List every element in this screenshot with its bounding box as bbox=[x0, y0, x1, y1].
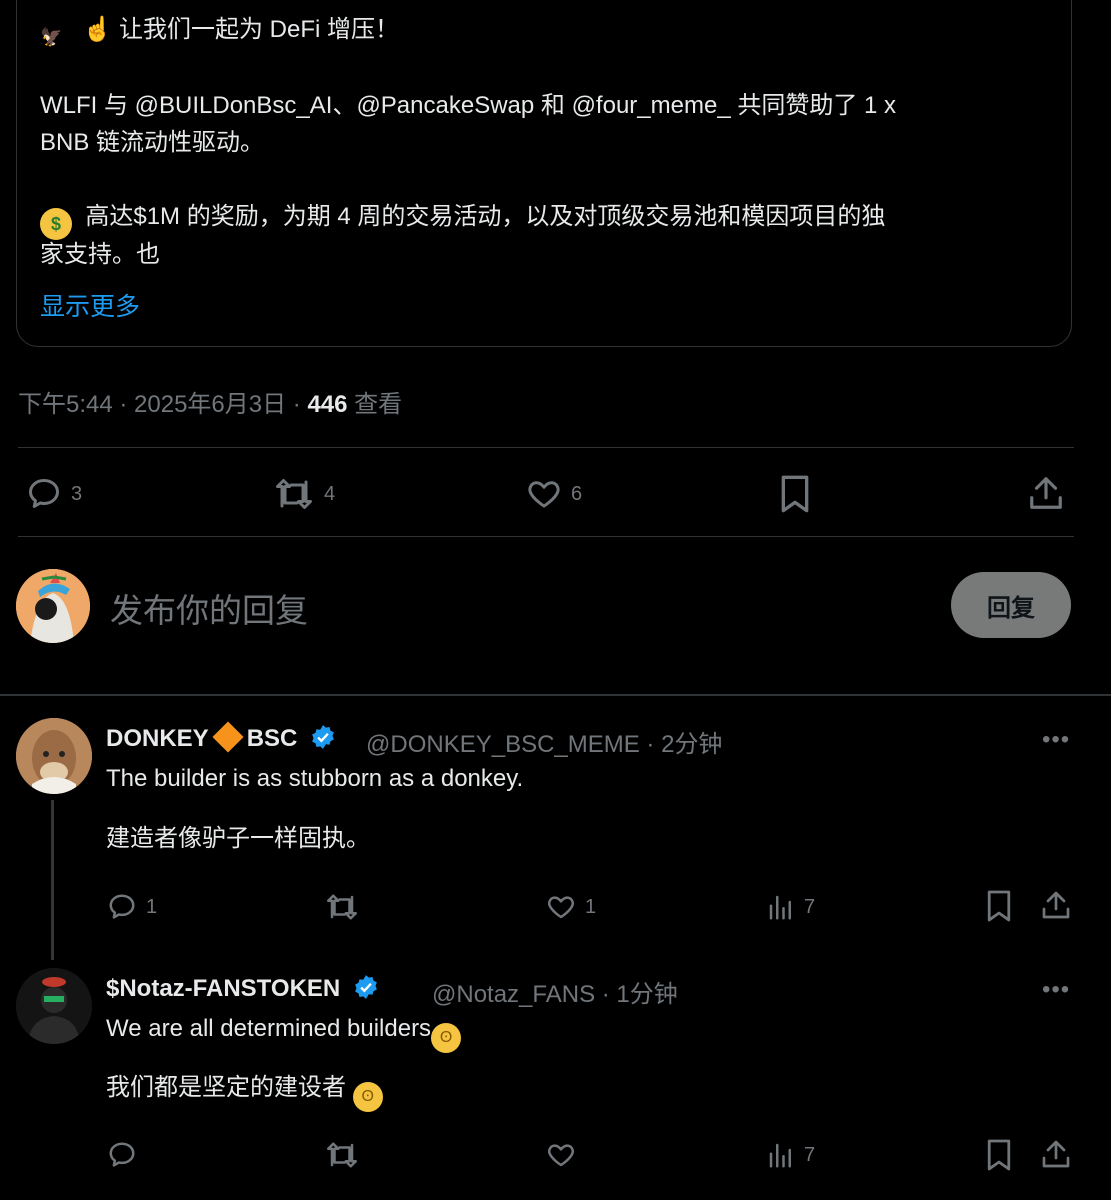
views-action-button[interactable]: 7 bbox=[766, 892, 815, 922]
eagle-emoji-icon: 🦅 bbox=[40, 27, 63, 47]
quoted-tweet-line-4: $ 高达$1M 的奖励，为期 4 周的交易活动，以及对顶级交易池和模因项目的独 bbox=[40, 198, 885, 240]
bookmark-icon bbox=[987, 1139, 1011, 1171]
retweet-action-button[interactable] bbox=[324, 1140, 368, 1170]
reply-author-handle[interactable]: @DONKEY_BSC_MEME · 2分钟 bbox=[366, 724, 722, 759]
quoted-tweet-line-5: 家支持。也 bbox=[40, 241, 160, 268]
heart-icon bbox=[548, 1144, 574, 1167]
heart-icon bbox=[528, 481, 560, 508]
bookmark-action-button[interactable] bbox=[985, 889, 1013, 923]
bookmark-action-button[interactable] bbox=[985, 1138, 1013, 1172]
bookmark-icon bbox=[781, 475, 809, 513]
reply-action-button[interactable] bbox=[106, 1140, 146, 1170]
divider bbox=[18, 536, 1074, 537]
reply-author-name[interactable]: $Notaz-FANSTOKEN bbox=[106, 974, 379, 1003]
retweet-icon bbox=[327, 894, 357, 920]
reply-text-zh: 我们都是坚定的建设者 ʘ bbox=[106, 1067, 383, 1112]
current-user-avatar[interactable] bbox=[16, 569, 90, 643]
diamond-icon bbox=[212, 721, 244, 753]
bookmark-action-button[interactable] bbox=[778, 474, 812, 514]
like-action-button[interactable] bbox=[545, 1140, 585, 1170]
avatar-image bbox=[16, 569, 90, 643]
bookmark-icon bbox=[987, 890, 1011, 922]
quoted-tweet-line-2: WLFI 与 @BUILDonBsc_AI、@PancakeSwap 和 @fo… bbox=[40, 92, 897, 119]
avatar-image bbox=[16, 718, 92, 794]
reply-icon bbox=[109, 894, 135, 919]
share-icon bbox=[1042, 891, 1070, 919]
heart-icon bbox=[548, 896, 574, 919]
donkey-avatar[interactable] bbox=[16, 718, 92, 794]
avatar-image bbox=[16, 968, 92, 1044]
share-icon bbox=[1042, 1140, 1070, 1168]
divider bbox=[18, 447, 1074, 448]
retweet-icon bbox=[327, 1142, 357, 1168]
section-divider bbox=[0, 694, 1111, 696]
share-action-button[interactable] bbox=[1040, 1138, 1072, 1170]
more-options-icon[interactable]: ••• bbox=[1042, 726, 1070, 754]
share-action-button[interactable] bbox=[1027, 474, 1065, 512]
more-options-icon[interactable]: ••• bbox=[1042, 976, 1070, 1004]
pointing-up-emoji-icon: ☝️ bbox=[82, 16, 113, 43]
saluting-face-emoji-icon: ʘ bbox=[431, 1023, 462, 1053]
show-more-link[interactable]: 显示更多 bbox=[40, 287, 140, 323]
retweet-action-button[interactable]: 4 bbox=[272, 476, 335, 512]
analytics-icon bbox=[769, 1143, 791, 1168]
reply-author-name[interactable]: DONKEY BSC bbox=[106, 721, 336, 753]
quoted-tweet-line-3: BNB 链流动性驱动。 bbox=[40, 129, 265, 156]
like-action-button[interactable]: 6 bbox=[525, 476, 582, 512]
share-icon bbox=[1030, 477, 1062, 509]
analytics-icon bbox=[769, 895, 791, 920]
share-action-button[interactable] bbox=[1040, 889, 1072, 921]
reply-text-en: We are all determined builders ʘ bbox=[106, 1015, 462, 1053]
saluting-face-emoji-icon: ʘ bbox=[352, 1082, 383, 1112]
views-action-button[interactable]: 7 bbox=[766, 1140, 815, 1170]
reply-input[interactable]: 发布你的回复 bbox=[110, 584, 308, 632]
retweet-action-button[interactable] bbox=[324, 892, 368, 922]
quoted-tweet-line-1: 🦅 ☝️ 让我们一起为 DeFi 增压！ bbox=[40, 11, 399, 53]
reply-action-button[interactable]: 1 bbox=[106, 892, 157, 922]
retweet-icon bbox=[276, 479, 312, 509]
reply-text-en: The builder is as stubborn as a donkey. bbox=[106, 765, 524, 792]
reply-action-button[interactable]: 3 bbox=[25, 476, 82, 512]
verified-badge-icon bbox=[312, 725, 334, 749]
tweet-timestamp-views: 下午5:44 · 2025年6月3日 · 446 查看 bbox=[18, 391, 403, 418]
verified-badge-icon bbox=[355, 975, 377, 999]
reply-text-zh: 建造者像驴子一样固执。 bbox=[106, 825, 370, 852]
like-action-button[interactable]: 1 bbox=[545, 892, 596, 922]
reply-icon bbox=[109, 1142, 135, 1167]
notaz-avatar[interactable] bbox=[16, 968, 92, 1044]
reply-author-handle[interactable]: @Notaz_FANS · 1分钟 bbox=[432, 974, 678, 1009]
reply-submit-button[interactable]: 回复 bbox=[951, 572, 1071, 638]
reply-icon bbox=[29, 479, 59, 508]
thread-connector-line bbox=[51, 800, 54, 960]
